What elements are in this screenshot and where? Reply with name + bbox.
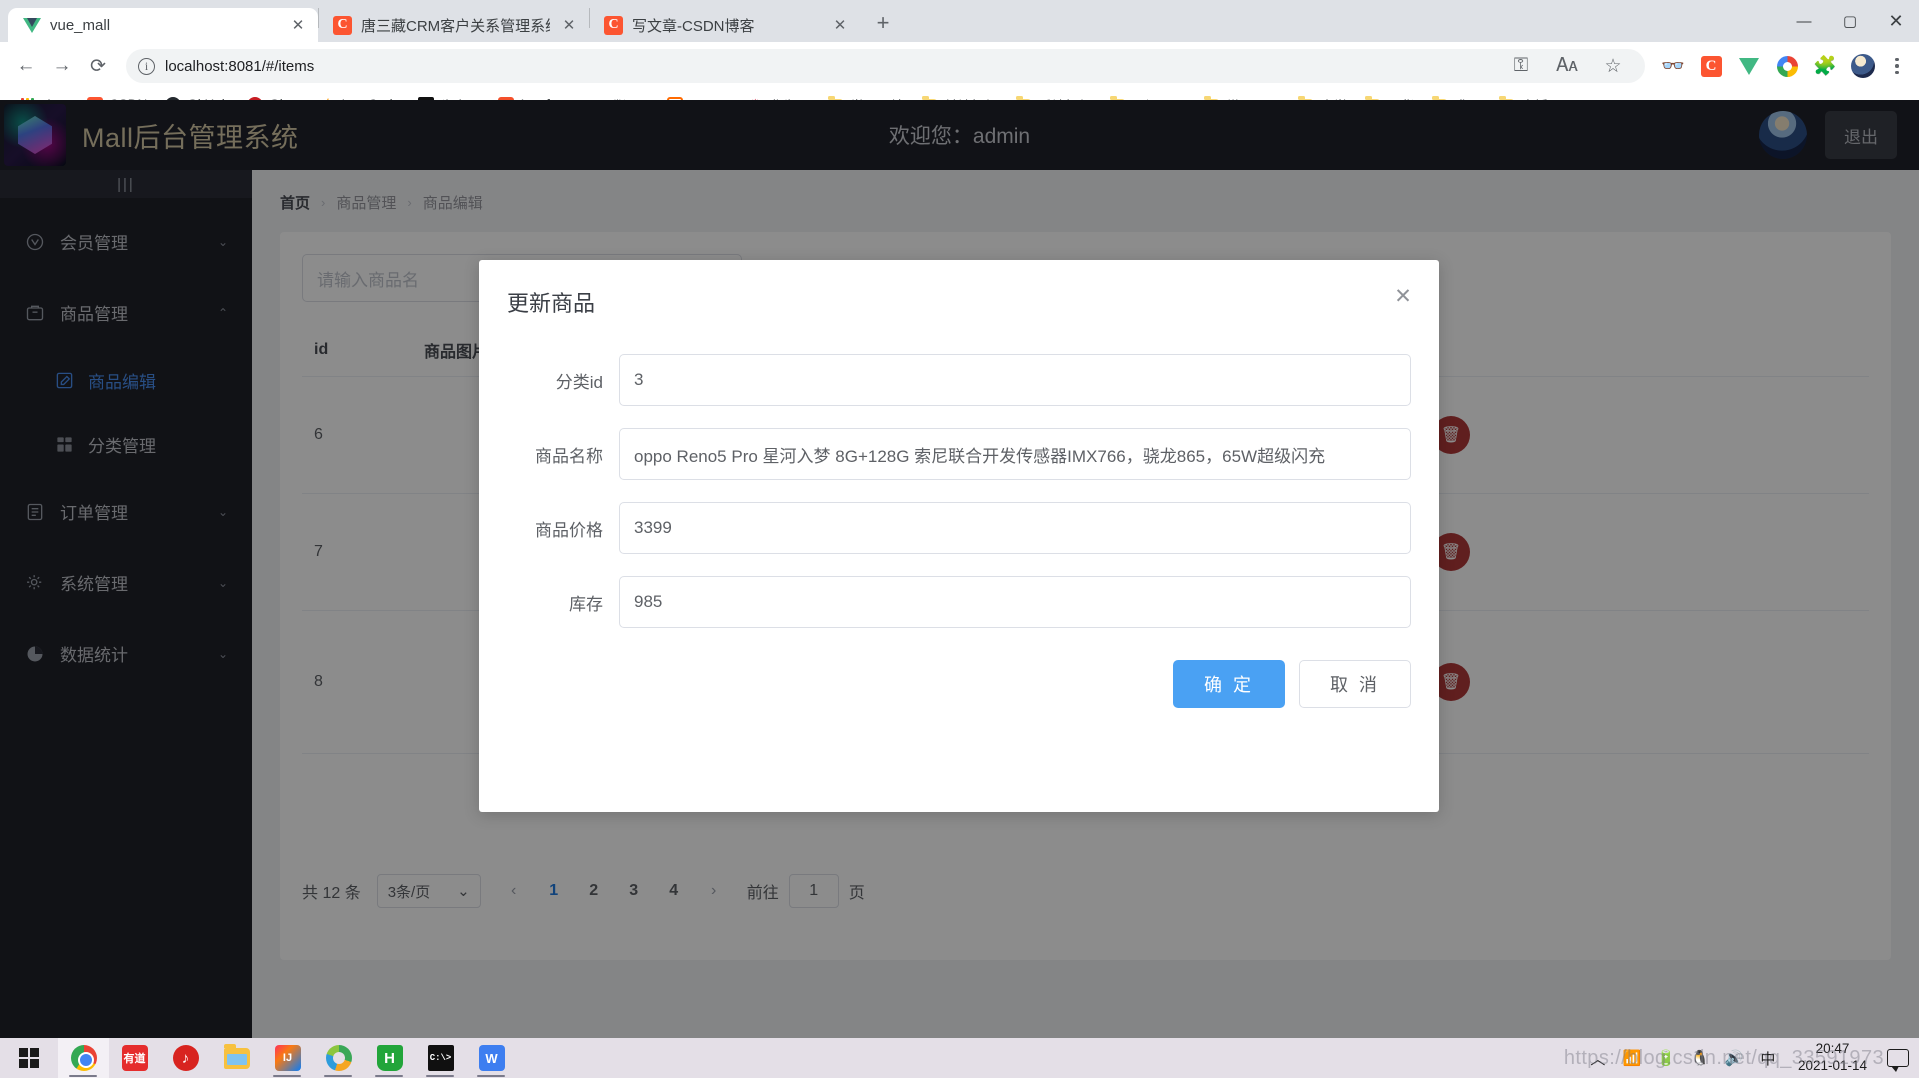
csdn-extension-icon[interactable]: C bbox=[1695, 50, 1727, 82]
field-label: 库存 bbox=[569, 594, 603, 614]
wps-icon: W bbox=[478, 1045, 505, 1071]
url-text: localhost:8081/#/items bbox=[165, 57, 315, 75]
glasses-icon[interactable]: 👓 bbox=[1657, 50, 1689, 82]
forward-icon[interactable]: → bbox=[46, 50, 78, 82]
site-info-icon[interactable]: i bbox=[138, 57, 155, 75]
key-icon[interactable]: ⚿ bbox=[1505, 50, 1537, 82]
form-row-stock: 库存 985 bbox=[507, 576, 1411, 628]
cmd-icon: C:\> bbox=[427, 1045, 454, 1071]
form-row-product-price: 商品价格 3399 bbox=[507, 502, 1411, 554]
tab-strip: vue_mall ✕ C 唐三藏CRM客户关系管理系统— ✕ C 写文章-CSD… bbox=[0, 0, 1919, 42]
form-row-category-id: 分类id 3 bbox=[507, 354, 1411, 406]
csdn-icon: C bbox=[333, 15, 352, 35]
category-id-field[interactable]: 3 bbox=[619, 354, 1411, 406]
taskbar-intellij[interactable]: IJ bbox=[262, 1038, 313, 1078]
field-label: 商品价格 bbox=[535, 520, 603, 540]
product-price-field[interactable]: 3399 bbox=[619, 502, 1411, 554]
color-ring-extension-icon[interactable] bbox=[1771, 50, 1803, 82]
browser-tab-1[interactable]: C 唐三藏CRM客户关系管理系统— ✕ bbox=[319, 8, 589, 42]
clock[interactable]: 20:47 2021-01-14 bbox=[1792, 1041, 1873, 1075]
netease-music-icon: ♪ bbox=[172, 1045, 199, 1071]
profile-avatar[interactable] bbox=[1847, 50, 1879, 82]
taskbar-chrome[interactable] bbox=[58, 1038, 109, 1078]
back-icon[interactable]: ← bbox=[10, 50, 42, 82]
window-controls: — ▢ ✕ bbox=[1781, 0, 1919, 42]
tab-title: 写文章-CSDN博客 bbox=[632, 17, 755, 35]
taskbar-youdao[interactable]: 有道 bbox=[109, 1038, 160, 1078]
youdao-icon: 有道 bbox=[121, 1045, 148, 1071]
taskbar-cmd[interactable]: C:\> bbox=[415, 1038, 466, 1078]
browser-tab-0[interactable]: vue_mall ✕ bbox=[8, 8, 318, 42]
ime-icon[interactable]: 中 bbox=[1758, 1048, 1778, 1068]
clock-date: 2021-01-14 bbox=[1797, 1058, 1867, 1073]
taskbar-navicat[interactable] bbox=[313, 1038, 364, 1078]
dialog-footer: 确 定 取 消 bbox=[507, 660, 1411, 708]
clock-time: 20:47 bbox=[1815, 1041, 1850, 1057]
volume-icon[interactable]: 🔊 bbox=[1724, 1048, 1744, 1068]
taskbar-wps[interactable]: W bbox=[466, 1038, 517, 1078]
chrome-icon bbox=[70, 1045, 97, 1071]
field-label: 分类id bbox=[555, 372, 603, 392]
star-icon[interactable]: ☆ bbox=[1597, 50, 1629, 82]
maximize-button[interactable]: ▢ bbox=[1827, 0, 1873, 42]
update-product-dialog: 更新商品 ✕ 分类id 3 商品名称 oppo Reno5 Pro 星河入梦 8… bbox=[479, 260, 1439, 812]
tab-title: vue_mall bbox=[50, 16, 111, 34]
minimize-button[interactable]: — bbox=[1781, 0, 1827, 42]
translate-icon[interactable]: 🗛 bbox=[1551, 50, 1583, 82]
file-explorer-icon bbox=[223, 1044, 250, 1069]
navicat-icon bbox=[325, 1045, 352, 1071]
windows-icon bbox=[18, 1047, 40, 1069]
web-page: Mall后台管理系统 欢迎您：admin 退出 ||| 会员管理 ⌄ 商品管理 … bbox=[0, 100, 1919, 1038]
stock-field[interactable]: 985 bbox=[619, 576, 1411, 628]
puzzle-icon[interactable]: 🧩 bbox=[1809, 50, 1841, 82]
new-tab-button[interactable]: + bbox=[866, 6, 900, 40]
start-button[interactable] bbox=[0, 1038, 58, 1078]
tab-title: 唐三藏CRM客户关系管理系统— bbox=[361, 17, 550, 35]
chevron-up-icon[interactable]: ︿ bbox=[1588, 1048, 1608, 1068]
form-row-product-name: 商品名称 oppo Reno5 Pro 星河入梦 8G+128G 索尼联合开发传… bbox=[507, 428, 1411, 480]
window-close-button[interactable]: ✕ bbox=[1873, 0, 1919, 42]
extensions-area: 👓 C 🧩 bbox=[1657, 50, 1909, 82]
dialog-title: 更新商品 bbox=[507, 291, 596, 316]
field-label: 商品名称 bbox=[535, 446, 603, 466]
taskbar-file-explorer[interactable] bbox=[211, 1038, 262, 1078]
close-icon[interactable]: ✕ bbox=[830, 15, 850, 35]
qq-icon[interactable]: 🐧 bbox=[1690, 1048, 1710, 1068]
confirm-button[interactable]: 确 定 bbox=[1172, 660, 1285, 708]
close-icon[interactable]: ✕ bbox=[1391, 284, 1415, 308]
windows-taskbar: 有道 ♪ IJ H C:\> W ︿ 📶 🔋 🐧 🔊 中 20:47 2021-… bbox=[0, 1038, 1919, 1078]
address-bar[interactable]: i localhost:8081/#/items ⚿ 🗛 ☆ bbox=[126, 49, 1645, 83]
vue-devtools-icon[interactable] bbox=[1733, 50, 1765, 82]
close-icon[interactable]: ✕ bbox=[559, 15, 579, 35]
browser-tab-2[interactable]: C 写文章-CSDN博客 ✕ bbox=[590, 8, 860, 42]
product-name-field[interactable]: oppo Reno5 Pro 星河入梦 8G+128G 索尼联合开发传感器IMX… bbox=[619, 428, 1411, 480]
close-icon[interactable]: ✕ bbox=[288, 15, 308, 35]
intellij-idea-icon: IJ bbox=[274, 1045, 301, 1071]
csdn-icon: C bbox=[604, 15, 623, 35]
hbuilder-icon: H bbox=[376, 1045, 403, 1071]
more-icon[interactable] bbox=[1885, 50, 1909, 82]
notification-icon[interactable] bbox=[1887, 1049, 1909, 1072]
taskbar-hbuilder[interactable]: H bbox=[364, 1038, 415, 1078]
cancel-button[interactable]: 取 消 bbox=[1298, 660, 1411, 708]
taskbar-netease-music[interactable]: ♪ bbox=[160, 1038, 211, 1078]
reload-icon[interactable]: ⟳ bbox=[82, 50, 114, 82]
product-form: 分类id 3 商品名称 oppo Reno5 Pro 星河入梦 8G+128G … bbox=[507, 354, 1411, 628]
battery-icon[interactable]: 🔋 bbox=[1656, 1048, 1676, 1068]
system-tray: ︿ 📶 🔋 🐧 🔊 中 20:47 2021-01-14 bbox=[1588, 1041, 1919, 1075]
vue-icon bbox=[22, 16, 41, 35]
browser-toolbar: ← → ⟳ i localhost:8081/#/items ⚿ 🗛 ☆ 👓 C… bbox=[0, 42, 1919, 90]
wifi-icon[interactable]: 📶 bbox=[1622, 1048, 1642, 1068]
